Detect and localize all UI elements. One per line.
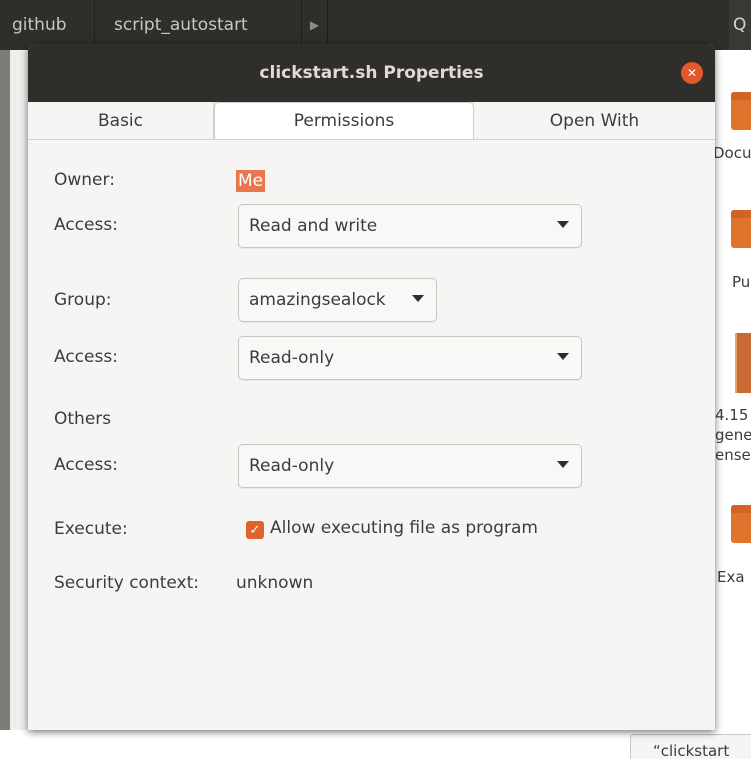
status-selection-pill: “clickstart xyxy=(630,734,751,759)
breadcrumb-script-autostart[interactable]: script_autostart xyxy=(95,0,302,50)
others-access-label: Access: xyxy=(54,455,118,475)
folder-icon[interactable] xyxy=(731,210,751,248)
execute-checkbox-label[interactable]: Allow executing file as program xyxy=(270,518,538,538)
dialog-titlebar[interactable]: clickstart.sh Properties ✕ xyxy=(28,44,715,102)
dialog-title: clickstart.sh Properties xyxy=(259,63,484,83)
owner-access-value: Read and write xyxy=(249,216,378,236)
chevron-down-icon xyxy=(557,461,569,468)
close-icon: ✕ xyxy=(686,66,698,80)
checkmark-icon: ✓ xyxy=(249,522,261,538)
file-label-version[interactable]: 4.15 xyxy=(715,406,751,424)
folder-icon[interactable] xyxy=(731,92,751,130)
breadcrumb-next-arrow-icon[interactable]: ▶ xyxy=(302,0,328,50)
others-label: Others xyxy=(54,409,112,429)
owner-access-label: Access: xyxy=(54,215,118,235)
close-button[interactable]: ✕ xyxy=(681,62,703,84)
others-access-dropdown[interactable]: Read-only xyxy=(238,444,582,488)
group-access-label: Access: xyxy=(54,347,118,367)
chevron-down-icon xyxy=(412,295,424,302)
execute-checkbox[interactable]: ✓ xyxy=(246,521,264,539)
properties-dialog: clickstart.sh Properties ✕ Basic Permiss… xyxy=(28,44,715,730)
chevron-down-icon xyxy=(557,221,569,228)
tab-bar: Basic Permissions Open With xyxy=(28,102,715,140)
file-label-ense[interactable]: ense xyxy=(715,446,751,464)
tab-basic[interactable]: Basic xyxy=(28,102,214,139)
file-manager-sidebar-edge xyxy=(10,50,30,759)
file-label-pu[interactable]: Pu xyxy=(732,273,751,291)
breadcrumb-github[interactable]: github xyxy=(0,0,95,50)
owner-value: Me xyxy=(236,170,266,192)
file-manager-content-area: Docu Pu 4.15 gene ense Exa xyxy=(713,50,751,759)
header-right-button[interactable]: Q xyxy=(729,0,751,50)
execute-label: Execute: xyxy=(54,519,128,539)
others-access-value: Read-only xyxy=(249,456,335,476)
chevron-down-icon xyxy=(557,353,569,360)
tab-permissions[interactable]: Permissions xyxy=(214,102,474,139)
file-manager-header: github script_autostart ▶ Q xyxy=(0,0,751,50)
permissions-panel: Owner: Me Access: Read and write Group: … xyxy=(28,140,715,730)
group-dropdown[interactable]: amazingsealock xyxy=(238,278,437,322)
group-access-dropdown[interactable]: Read-only xyxy=(238,336,582,380)
file-label-gene[interactable]: gene xyxy=(715,426,751,444)
archive-file-icon[interactable] xyxy=(735,333,751,393)
security-context-value: unknown xyxy=(236,573,314,593)
tab-open-with[interactable]: Open With xyxy=(474,102,715,139)
file-label-docu[interactable]: Docu xyxy=(713,144,751,162)
file-label-exa[interactable]: Exa xyxy=(717,568,751,586)
file-manager-left-edge xyxy=(0,50,10,759)
owner-access-dropdown[interactable]: Read and write xyxy=(238,204,582,248)
owner-label: Owner: xyxy=(54,170,115,190)
group-label: Group: xyxy=(54,290,112,310)
security-context-label: Security context: xyxy=(54,573,200,593)
group-access-value: Read-only xyxy=(249,348,335,368)
group-value: amazingsealock xyxy=(249,290,386,310)
folder-icon[interactable] xyxy=(731,505,751,543)
